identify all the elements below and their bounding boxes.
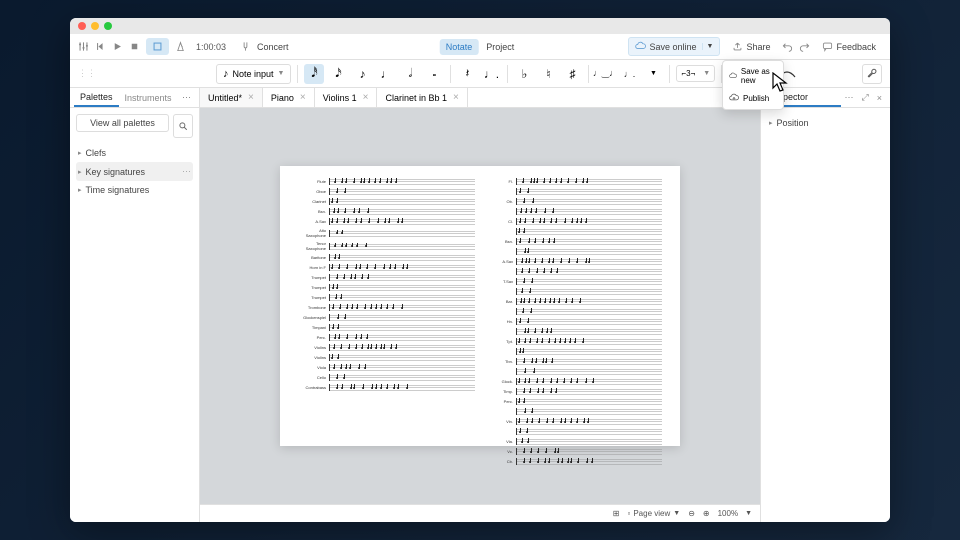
tab-clarinet[interactable]: Clarinet in Bb 1×	[377, 88, 467, 107]
close-icon[interactable]: ×	[300, 92, 306, 103]
maximize-window-icon[interactable]	[104, 22, 112, 30]
stop-icon[interactable]	[129, 41, 140, 52]
workspace-grid-icon[interactable]: ⊞	[613, 509, 620, 518]
feedback-button[interactable]: Feedback	[816, 38, 882, 55]
zoom-in-button[interactable]: ⊕	[703, 509, 710, 518]
duration-half[interactable]: 𝅗𝅥	[400, 64, 420, 84]
minimize-window-icon[interactable]	[91, 22, 99, 30]
redo-icon[interactable]	[799, 41, 810, 52]
cloud-icon	[729, 71, 737, 81]
expand-icon[interactable]: ⤢	[858, 92, 873, 103]
inspector-position[interactable]: ▸Position	[767, 114, 884, 132]
wrench-icon	[866, 68, 878, 80]
drag-handle-icon[interactable]: ⋮⋮	[78, 68, 88, 79]
project-tab[interactable]: Project	[480, 39, 520, 55]
chevron-down-icon[interactable]: ▼	[702, 43, 714, 50]
natural-button[interactable]: ♮	[538, 64, 558, 84]
save-dropdown-menu: Save as new Publish	[722, 60, 784, 110]
close-icon[interactable]: ×	[248, 92, 254, 103]
duration-16th[interactable]: 𝅘𝅥𝅯	[328, 64, 348, 84]
metronome-icon[interactable]	[175, 41, 186, 52]
mixer-icon[interactable]	[78, 41, 89, 52]
tab-violins[interactable]: Violins 1×	[315, 88, 378, 107]
concert-pitch-label[interactable]: Concert	[257, 42, 289, 52]
duration-32nd[interactable]: 𝅘𝅥𝅰	[304, 64, 324, 84]
palette-item-time-signatures[interactable]: ▸Time signatures	[76, 181, 193, 199]
dot-button[interactable]: ♩.	[481, 64, 501, 84]
slur-button[interactable]: ♩.	[619, 64, 639, 84]
app-window: 1:00:03 Concert Notate Project Save onli…	[70, 18, 890, 522]
cloud-up-icon	[729, 93, 739, 103]
close-icon[interactable]: ×	[873, 93, 886, 103]
duration-quarter[interactable]: ♩	[376, 64, 396, 84]
play-icon[interactable]	[112, 41, 123, 52]
rewind-icon[interactable]	[95, 41, 106, 52]
page-view-dropdown[interactable]: ▫Page view▼	[627, 509, 680, 518]
save-online-button[interactable]: Save online ▼	[628, 37, 720, 56]
tab-piano[interactable]: Piano×	[263, 88, 315, 107]
score-canvas[interactable]: FluteOboeClarinetBsn.A.SaxAlto Saxophone…	[200, 108, 760, 504]
sharp-button[interactable]: ♯	[562, 64, 582, 84]
rest-button[interactable]: 𝄽	[457, 64, 477, 84]
zoom-level[interactable]: 100%▼	[718, 509, 752, 518]
panel-menu-icon[interactable]: ⋯	[841, 92, 858, 103]
instruments-tab[interactable]: Instruments	[119, 90, 178, 106]
share-button[interactable]: Share	[726, 38, 776, 55]
tuning-fork-icon[interactable]	[240, 41, 251, 52]
note-input-dropdown[interactable]: ♪ Note input ▼	[216, 64, 291, 84]
close-icon[interactable]: ×	[453, 92, 459, 103]
status-bar: ⊞ ▫Page view▼ ⊖ ⊕ 100%▼	[200, 504, 760, 522]
share-icon	[732, 41, 743, 52]
zoom-out-button[interactable]: ⊖	[688, 509, 695, 518]
search-palettes-button[interactable]	[173, 114, 193, 138]
publish-item[interactable]: Publish	[723, 89, 783, 107]
palettes-tab[interactable]: Palettes	[74, 89, 119, 107]
undo-icon[interactable]	[782, 41, 793, 52]
cloud-icon	[635, 41, 646, 52]
notate-tab[interactable]: Notate	[440, 39, 479, 55]
more-icon[interactable]: ⋯	[182, 166, 191, 177]
duration-8th[interactable]: ♪	[352, 64, 372, 84]
tie-button[interactable]: ♩‿♩	[595, 64, 615, 84]
document-tabs: Untitled*× Piano× Violins 1× Clarinet in…	[200, 88, 760, 108]
save-as-new-item[interactable]: Save as new	[723, 63, 783, 89]
palette-item-key-signatures[interactable]: ▸Key signatures⋯	[76, 162, 193, 181]
score-page: FluteOboeClarinetBsn.A.SaxAlto Saxophone…	[280, 166, 680, 446]
window-titlebar	[70, 18, 890, 34]
tab-untitled[interactable]: Untitled*×	[200, 88, 263, 107]
duration-whole[interactable]: 𝅝	[424, 64, 444, 84]
panel-menu-icon[interactable]: ⋯	[178, 92, 195, 103]
score-area: Untitled*× Piano× Violins 1× Clarinet in…	[200, 88, 760, 522]
search-icon	[178, 121, 188, 131]
more-articulation[interactable]: ▼	[643, 64, 663, 84]
chat-icon	[822, 41, 833, 52]
view-all-palettes-button[interactable]: View all palettes	[76, 114, 169, 132]
loop-button[interactable]	[146, 38, 169, 55]
inspector-panel: Inspector ⋯ ⤢ × ▸Position	[760, 88, 890, 522]
palettes-panel: Palettes Instruments ⋯ View all palettes…	[70, 88, 200, 522]
palette-item-clefs[interactable]: ▸Clefs	[76, 144, 193, 162]
settings-button[interactable]	[862, 64, 882, 84]
flat-button[interactable]: ♭	[514, 64, 534, 84]
tuplet-dropdown[interactable]: ⌐3¬▼	[676, 65, 715, 82]
playback-time: 1:00:03	[192, 42, 230, 52]
close-icon[interactable]: ×	[363, 92, 369, 103]
close-window-icon[interactable]	[78, 22, 86, 30]
main-toolbar: 1:00:03 Concert Notate Project Save onli…	[70, 34, 890, 60]
